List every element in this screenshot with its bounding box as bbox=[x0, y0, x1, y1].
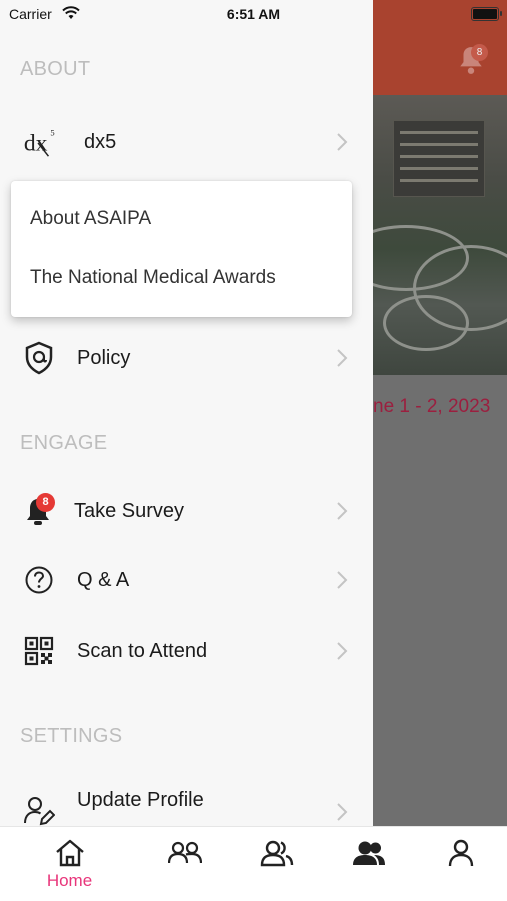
tab-home-label: Home bbox=[46, 871, 93, 890]
user-edit-icon bbox=[22, 794, 56, 826]
home-icon bbox=[54, 837, 86, 869]
tab-speakers[interactable] bbox=[226, 827, 327, 901]
about-submenu: About ASAIPA The National Medical Awards bbox=[11, 181, 352, 317]
users-outline-icon bbox=[167, 837, 202, 869]
notification-badge: 8 bbox=[471, 44, 488, 61]
menu-item-label: Take Survey bbox=[74, 500, 185, 522]
tab-attendees[interactable] bbox=[134, 827, 235, 901]
menu-item-policy[interactable]: Policy bbox=[0, 328, 373, 388]
chevron-right-icon bbox=[337, 642, 348, 660]
submenu-item-about-asaipa[interactable]: About ASAIPA bbox=[30, 208, 151, 230]
svg-text:5: 5 bbox=[50, 127, 54, 137]
tab-bar: Home bbox=[0, 826, 507, 901]
section-settings-title: SETTINGS bbox=[20, 725, 123, 747]
tab-networking[interactable] bbox=[318, 827, 419, 901]
submenu-item-national-medical-awards[interactable]: The National Medical Awards bbox=[30, 267, 276, 289]
clock: 6:51 AM bbox=[226, 6, 281, 22]
tab-home[interactable]: Home bbox=[19, 827, 120, 901]
dx5-logo-icon: dx 5 bbox=[22, 125, 56, 159]
menu-item-label: dx5 bbox=[84, 131, 117, 153]
menu-item-label: Policy bbox=[77, 347, 131, 369]
shield-icon bbox=[22, 341, 56, 375]
menu-item-label: Scan to Attend bbox=[77, 640, 208, 662]
chevron-right-icon bbox=[337, 133, 348, 151]
battery-icon bbox=[471, 7, 502, 21]
status-bar: Carrier 6:51 AM bbox=[0, 0, 507, 28]
event-date: ne 1 - 2, 2023 bbox=[373, 396, 491, 417]
menu-item-dx5[interactable]: dx 5 dx5 bbox=[0, 112, 373, 172]
user-icon bbox=[448, 837, 474, 869]
qr-code-icon bbox=[22, 634, 56, 668]
svg-text:dx: dx bbox=[24, 131, 48, 157]
side-drawer: ABOUT dx 5 dx5 Policy ENGAGE 8 Take Surv… bbox=[0, 0, 373, 826]
menu-item-scan-to-attend[interactable]: Scan to Attend bbox=[0, 621, 373, 681]
menu-item-label: Update Profile bbox=[77, 789, 204, 811]
menu-item-qa[interactable]: Q & A bbox=[0, 550, 373, 610]
menu-item-label: Q & A bbox=[77, 569, 130, 591]
menu-item-update-profile[interactable]: Update Profile bbox=[0, 782, 373, 826]
chevron-right-icon bbox=[337, 502, 348, 520]
section-about-title: ABOUT bbox=[20, 58, 91, 80]
section-engage-title: ENGAGE bbox=[20, 432, 108, 454]
chevron-right-icon bbox=[337, 349, 348, 367]
survey-badge: 8 bbox=[36, 493, 55, 512]
users-filled-icon bbox=[352, 837, 386, 869]
question-icon bbox=[22, 563, 56, 597]
chevron-right-icon bbox=[337, 571, 348, 589]
hero-image bbox=[373, 95, 507, 375]
tab-profile[interactable] bbox=[410, 827, 507, 901]
menu-item-take-survey[interactable]: 8 Take Survey bbox=[0, 481, 373, 541]
users-group-icon bbox=[260, 837, 294, 869]
chevron-right-icon bbox=[337, 803, 348, 821]
